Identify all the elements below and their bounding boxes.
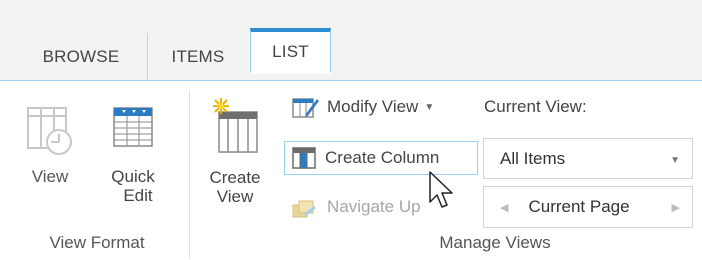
current-view-select[interactable]: All Items ▼ xyxy=(483,138,693,179)
create-column-icon xyxy=(292,147,316,169)
create-view-label-line2: View xyxy=(216,187,254,206)
quick-edit-label-line2: Edit xyxy=(123,186,153,205)
current-page-pager: ◀ Current Page ▶ xyxy=(483,186,693,228)
current-view-value: All Items xyxy=(500,148,566,168)
modify-view-button[interactable]: Modify View ▼ xyxy=(291,92,434,122)
group-divider xyxy=(189,90,190,258)
tab-list-label: LIST xyxy=(272,42,309,61)
view-button[interactable]: View xyxy=(18,98,82,186)
group-label-view-format: View Format xyxy=(49,233,145,252)
chevron-down-icon: ▼ xyxy=(670,155,680,166)
navigate-up-button[interactable]: Navigate Up xyxy=(291,192,421,222)
standard-view-icon xyxy=(27,107,72,155)
chevron-down-icon: ▼ xyxy=(424,101,435,113)
next-page-icon[interactable]: ▶ xyxy=(672,201,680,214)
view-button-label: View xyxy=(31,167,69,186)
navigate-up-label: Navigate Up xyxy=(327,197,421,216)
quick-edit-label-line1: Quick xyxy=(111,167,155,186)
create-view-label-line1: Create xyxy=(209,168,261,187)
quick-edit-button[interactable]: Quick Edit xyxy=(98,98,168,205)
create-view-button[interactable]: Create View xyxy=(200,96,270,206)
current-view-label: Current View: xyxy=(484,97,587,116)
tab-browse[interactable]: BROWSE xyxy=(20,33,142,80)
previous-page-icon[interactable]: ◀ xyxy=(500,201,508,214)
tab-items-label: ITEMS xyxy=(171,46,225,66)
quick-edit-grid-icon xyxy=(113,107,153,147)
navigate-up-icon xyxy=(292,200,316,218)
tab-list[interactable]: LIST xyxy=(250,28,331,74)
tab-browse-label: BROWSE xyxy=(42,46,120,66)
modify-view-icon xyxy=(292,98,319,118)
current-page-label: Current Page xyxy=(528,197,630,216)
create-view-icon xyxy=(213,98,258,153)
ribbon-tab-bar: BROWSE ITEMS LIST xyxy=(0,0,702,81)
modify-view-label: Modify View xyxy=(327,97,419,116)
mouse-cursor-icon xyxy=(429,171,453,208)
group-label-manage-views: Manage Views xyxy=(439,233,551,252)
create-column-label: Create Column xyxy=(325,148,440,167)
tab-items[interactable]: ITEMS xyxy=(148,33,248,80)
